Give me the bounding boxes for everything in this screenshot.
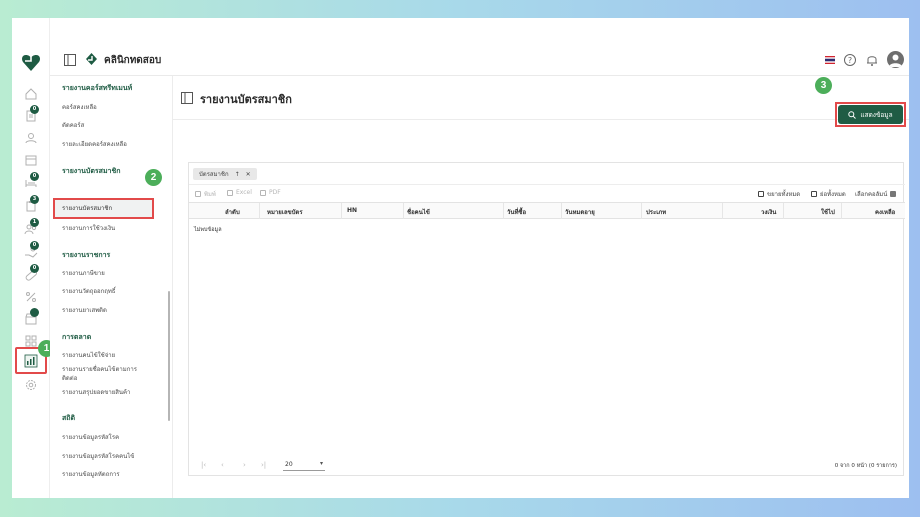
pill-badge: 0	[30, 264, 39, 273]
sidebar-item-sales-tax[interactable]: รายงานภาษีขาย	[62, 269, 162, 278]
show-data-label: แสดงข้อมูล	[860, 110, 893, 119]
sidebar-scrollbar[interactable]	[168, 291, 170, 421]
section-statistics: สถิติ	[62, 414, 76, 422]
expand-icon	[758, 191, 764, 197]
col-header-patient-name[interactable]: ชื่อคนไข้	[407, 207, 430, 217]
bed-badge: 0	[30, 172, 39, 181]
last-page-icon[interactable]: ›|	[261, 461, 266, 469]
callout-3: 3	[815, 77, 832, 94]
top-bar: คลินิกทดสอบ ?	[50, 44, 909, 76]
percent-icon[interactable]	[23, 289, 39, 305]
avatar[interactable]	[887, 51, 904, 68]
sidebar-item-patient-disease-code[interactable]: รายงานข้อมูลรหัสโรคคนไข้	[62, 452, 162, 461]
section-member-card-report: รายงานบัตรสมาชิก	[62, 167, 121, 175]
grid-toolbar: พิมพ์ Excel PDF ขยายทั้งหมด ย่อทั้งหมด เ…	[189, 185, 905, 202]
search-icon	[848, 110, 857, 119]
page-header: รายงานบัตรสมาชิก	[173, 76, 909, 120]
callout-2: 2	[145, 169, 162, 186]
sidebar-item-course-detail[interactable]: รายละเอียดคอร์สคงเหลือ	[62, 140, 162, 149]
icon-rail: 0 0 3 1 0 0	[12, 18, 50, 498]
data-grid: บัตรสมาชิก ↑ ✕ พิมพ์ Excel PDF ขยายทั้งห…	[188, 162, 905, 476]
people-badge: 1	[30, 218, 39, 227]
sidebar-item-member-card[interactable]: รายงานบัตรสมาชิก	[62, 204, 162, 213]
excel-icon	[227, 189, 233, 196]
print-button[interactable]: พิมพ์	[195, 189, 216, 199]
col-header-expiry-date[interactable]: วันหมดอายุ	[565, 207, 595, 217]
section-course-report: รายงานคอร์สทรีทเมนท์	[62, 84, 133, 92]
person-icon[interactable]	[23, 130, 39, 146]
collapse-icon	[811, 191, 817, 197]
close-icon[interactable]: ✕	[246, 171, 251, 178]
prev-page-icon[interactable]: ‹	[221, 461, 224, 469]
shop-badge	[30, 308, 39, 317]
page-size-value: 20	[285, 461, 293, 468]
sidebar-item-patient-spending[interactable]: รายงานคนไข้ใช้จ่าย	[62, 351, 162, 360]
document-badge: 0	[30, 105, 39, 114]
sidebar-item-procedure[interactable]: รายงานข้อมูลหัตถการ	[62, 470, 162, 479]
top-right-actions: ?	[819, 50, 909, 70]
first-page-icon[interactable]: |‹	[201, 461, 206, 469]
main-content: รายงานบัตรสมาชิก แสดงข้อมูล บัตรสมาชิก ↑…	[173, 76, 909, 498]
columns-icon	[890, 191, 897, 197]
pager: |‹ ‹ › ›| 20 ▾ 0 จาก 0 หน้า (0 รายการ)	[189, 457, 905, 475]
excel-button[interactable]: Excel	[227, 189, 252, 196]
sidebar-item-course-cut[interactable]: ตัดคอร์ส	[62, 121, 162, 130]
report-panel-icon	[181, 92, 193, 104]
show-data-button[interactable]: แสดงข้อมูล	[838, 105, 903, 124]
pdf-icon	[260, 189, 266, 196]
sidebar-item-disease-code[interactable]: รายงานข้อมูลรหัสโรค	[62, 433, 162, 442]
sidebar-item-product-sales-summary[interactable]: รายงานสรุปยอดขายสินค้า	[62, 388, 162, 397]
page-title: รายงานบัตรสมาชิก	[200, 93, 292, 106]
group-chip-label: บัตรสมาชิก	[199, 171, 229, 178]
section-government-report: รายงานราชการ	[62, 251, 111, 259]
settings-icon[interactable]	[23, 377, 39, 393]
grouping-panel: บัตรสมาชิก ↑ ✕	[189, 163, 905, 185]
col-header-balance[interactable]: คงเหลือ	[875, 207, 895, 217]
svg-text:?: ?	[848, 56, 852, 65]
sidebar-item-course-balance[interactable]: คอร์สคงเหลือ	[62, 103, 162, 112]
brand-logo-icon	[22, 55, 40, 71]
pdf-button[interactable]: PDF	[260, 189, 281, 196]
app-window: 0 0 3 1 0 0 1 คลินิกทดสอบ ? รายงานคอร์สท…	[12, 18, 909, 498]
page-size-select[interactable]: 20 ▾	[283, 460, 325, 471]
sidebar-item-narcotics[interactable]: รายงานยาเสพติด	[62, 306, 162, 315]
choose-columns-button[interactable]: เลือกคอลัมน์	[855, 189, 897, 199]
clinic-logo-icon	[86, 53, 97, 65]
table-header: ลำดับ หมายเลขบัตร HN ชื่อคนไข้ วันที่ซื้…	[189, 202, 905, 219]
expand-all-button[interactable]: ขยายทั้งหมด	[758, 189, 800, 199]
col-header-type[interactable]: ประเภท	[646, 207, 666, 217]
help-icon[interactable]: ?	[843, 53, 857, 67]
sidebar-item-credit-usage[interactable]: รายงานการใช้วงเงิน	[62, 224, 162, 233]
clipboard-badge: 3	[30, 195, 39, 204]
panel-toggle-icon[interactable]	[64, 54, 76, 66]
section-marketing: การตลาด	[62, 333, 92, 341]
sidebar-item-psychotropic[interactable]: รายงานวัตถุออกฤทธิ์	[62, 287, 162, 296]
home-icon[interactable]	[23, 86, 39, 102]
report-sidebar: รายงานคอร์สทรีทเมนท์ คอร์สคงเหลือ ตัดคอร…	[50, 76, 173, 498]
col-header-used[interactable]: ใช้ไป	[821, 207, 835, 217]
col-header-hn[interactable]: HN	[347, 207, 357, 214]
col-header-purchase-date[interactable]: วันที่ซื้อ	[507, 207, 526, 217]
page-info: 0 จาก 0 หน้า (0 รายการ)	[834, 463, 897, 469]
next-page-icon[interactable]: ›	[243, 461, 246, 469]
report-chart-icon[interactable]	[23, 353, 39, 369]
printer-icon	[195, 191, 201, 197]
hand-money-badge: 0	[30, 241, 39, 250]
user-avatar-icon	[889, 54, 902, 67]
clinic-name: คลินิกทดสอบ	[104, 55, 162, 66]
no-data-text: ไม่พบข้อมูล	[194, 227, 222, 233]
col-header-credit-limit[interactable]: วงเงิน	[761, 207, 776, 217]
sidebar-item-patient-contact[interactable]: รายงานรายชื่อคนไข้ตามการติดต่อ	[62, 365, 142, 383]
group-chip-member-card[interactable]: บัตรสมาชิก ↑ ✕	[193, 168, 257, 180]
col-header-no[interactable]: ลำดับ	[225, 207, 240, 217]
collapse-all-button[interactable]: ย่อทั้งหมด	[811, 189, 846, 199]
thai-flag-icon[interactable]	[825, 56, 835, 64]
chevron-down-icon: ▾	[319, 460, 323, 467]
sort-arrow-icon[interactable]: ↑	[235, 171, 240, 178]
calendar-icon[interactable]	[23, 152, 39, 168]
col-header-card-number[interactable]: หมายเลขบัตร	[267, 207, 303, 217]
bell-icon[interactable]	[865, 53, 879, 67]
